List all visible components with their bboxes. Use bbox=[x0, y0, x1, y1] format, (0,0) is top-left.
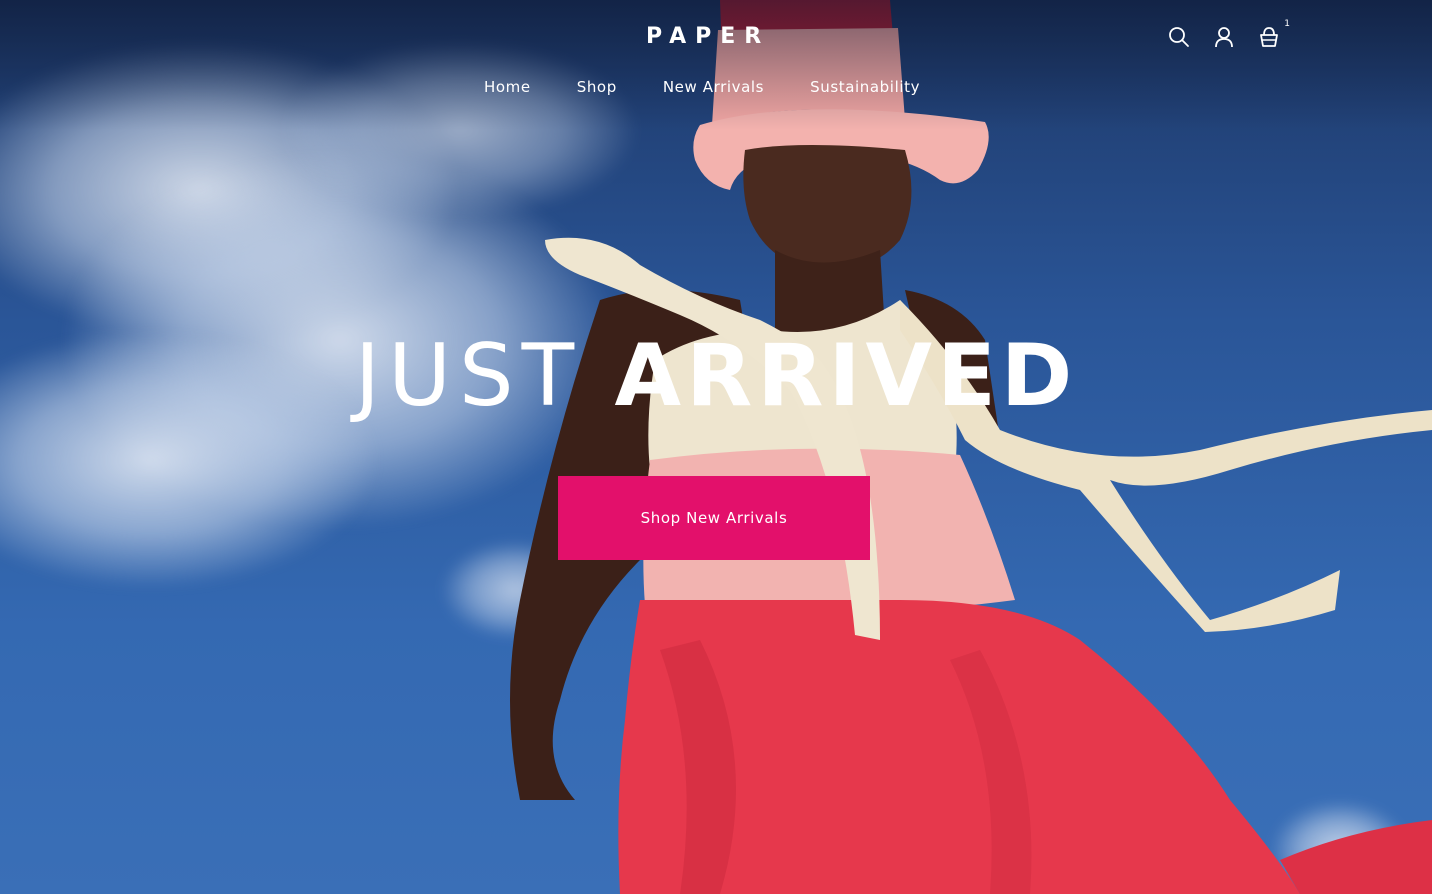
search-button[interactable] bbox=[1164, 22, 1194, 52]
shop-new-arrivals-button[interactable]: Shop New Arrivals bbox=[558, 476, 870, 560]
nav-item-sustainability[interactable]: Sustainability bbox=[810, 76, 920, 98]
nav-item-home[interactable]: Home bbox=[484, 76, 531, 98]
hero-section: PAPER 1 Home Shop New Arrivals Sustainab… bbox=[0, 0, 1432, 894]
header-icons: 1 bbox=[1164, 19, 1290, 52]
header-gradient bbox=[0, 0, 1432, 130]
search-icon bbox=[1169, 27, 1189, 47]
nav-item-shop[interactable]: Shop bbox=[577, 76, 617, 98]
headline-light: JUST bbox=[354, 326, 583, 426]
main-nav: Home Shop New Arrivals Sustainability bbox=[484, 76, 920, 98]
cart-count-badge: 1 bbox=[1284, 19, 1290, 29]
nav-item-new-arrivals[interactable]: New Arrivals bbox=[663, 76, 764, 98]
account-button[interactable] bbox=[1209, 22, 1239, 52]
headline-bold: ARRIVED bbox=[614, 326, 1078, 426]
basket-button[interactable]: 1 bbox=[1254, 19, 1290, 52]
account-icon bbox=[1215, 27, 1233, 48]
hero-model-image bbox=[510, 0, 1432, 894]
site-logo[interactable]: PAPER bbox=[646, 24, 782, 50]
basket-icon bbox=[1260, 27, 1278, 47]
hero-headline: JUST ARRIVED bbox=[0, 326, 1432, 426]
